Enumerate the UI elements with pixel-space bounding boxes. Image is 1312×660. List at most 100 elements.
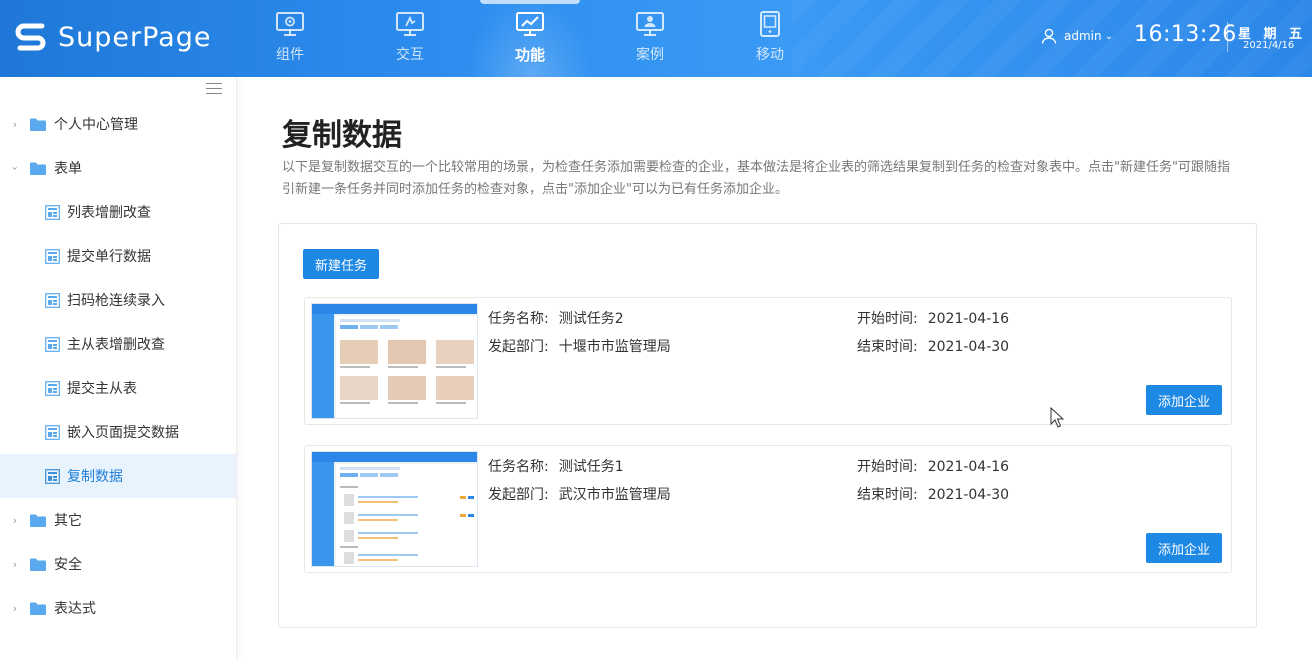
sidebar-group-security[interactable]: › 安全 bbox=[0, 542, 236, 586]
form-icon bbox=[45, 248, 60, 264]
sidebar-item-label: 扫码枪连续录入 bbox=[67, 293, 165, 309]
sidebar-item-submit-single-row[interactable]: 提交单行数据 bbox=[0, 234, 236, 278]
interaction-monitor-icon bbox=[394, 10, 426, 38]
chevron-down-icon: › bbox=[8, 165, 22, 171]
task-panel: 新建任务 任务名称: 测试任务2 发起部门: 十堰市市监管理局 开始时间: 20… bbox=[278, 223, 1257, 628]
header-divider bbox=[1227, 22, 1228, 52]
form-icon bbox=[45, 424, 60, 440]
task-card: 任务名称: 测试任务2 发起部门: 十堰市市监管理局 开始时间: 2021-04-16… bbox=[304, 297, 1232, 425]
sidebar-group-other[interactable]: › 其它 bbox=[0, 498, 236, 542]
task-name-value: 测试任务1 bbox=[558, 459, 624, 475]
settings-monitor-icon bbox=[274, 10, 306, 38]
main-content: 复制数据 以下是复制数据交互的一个比较常用的场景，为检查任务添加需要检查的企业，… bbox=[237, 77, 1312, 660]
folder-icon bbox=[30, 514, 46, 527]
username: admin bbox=[1064, 29, 1102, 43]
superpage-logo-icon bbox=[14, 20, 48, 54]
chart-monitor-icon bbox=[514, 10, 546, 38]
form-icon bbox=[45, 204, 60, 220]
start-time-value: 2021-04-16 bbox=[927, 311, 1010, 327]
nav-item-features[interactable]: 功能 bbox=[470, 0, 590, 77]
sidebar-item-label: 主从表增删改查 bbox=[67, 337, 165, 353]
sidebar-item-label: 嵌入页面提交数据 bbox=[67, 425, 179, 441]
sidebar-item-embedded-submit[interactable]: 嵌入页面提交数据 bbox=[0, 410, 236, 454]
nav-item-interaction[interactable]: 交互 bbox=[350, 0, 470, 77]
nav-item-cases[interactable]: 案例 bbox=[590, 0, 710, 77]
nav-label: 功能 bbox=[514, 46, 545, 64]
sidebar-item-copy-data[interactable]: 复制数据 bbox=[0, 454, 236, 498]
menu-collapse-icon[interactable] bbox=[206, 83, 222, 97]
end-time-value: 2021-04-30 bbox=[927, 487, 1010, 503]
nav-label: 移动 bbox=[756, 47, 784, 63]
nav-label: 交互 bbox=[396, 47, 424, 63]
start-time-label: 开始时间: bbox=[857, 459, 918, 475]
department-value: 武汉市市监管理局 bbox=[558, 487, 671, 503]
sidebar-group-expression[interactable]: › 表达式 bbox=[0, 586, 236, 630]
department-label: 发起部门: bbox=[488, 339, 549, 355]
logo-text: SuperPage bbox=[58, 21, 212, 53]
department-value: 十堰市市监管理局 bbox=[558, 339, 671, 355]
sidebar-item-scanner-entry[interactable]: 扫码枪连续录入 bbox=[0, 278, 236, 322]
sidebar-group-label: 个人中心管理 bbox=[54, 117, 138, 133]
task-thumbnail bbox=[311, 303, 478, 419]
folder-icon bbox=[30, 162, 46, 175]
current-date: 2021/4/16 bbox=[1243, 40, 1295, 51]
folder-icon bbox=[30, 602, 46, 615]
task-name-label: 任务名称: bbox=[488, 459, 549, 475]
add-company-button[interactable]: 添加企业 bbox=[1146, 533, 1222, 563]
sidebar-group-label: 表单 bbox=[54, 161, 82, 177]
sidebar-item-label: 提交单行数据 bbox=[67, 249, 151, 265]
task-name-label: 任务名称: bbox=[488, 311, 549, 327]
chevron-down-icon: ⌄ bbox=[1104, 30, 1113, 42]
start-time-value: 2021-04-16 bbox=[927, 459, 1010, 475]
chevron-right-icon: › bbox=[12, 557, 18, 571]
end-time-field: 结束时间: 2021-04-30 bbox=[857, 484, 1009, 504]
folder-icon bbox=[30, 558, 46, 571]
sidebar-item-master-detail-crud[interactable]: 主从表增删改查 bbox=[0, 322, 236, 366]
sidebar-item-submit-master-detail[interactable]: 提交主从表 bbox=[0, 366, 236, 410]
mouse-cursor-icon bbox=[1050, 406, 1065, 429]
nav-label: 组件 bbox=[276, 47, 304, 63]
task-thumbnail bbox=[311, 451, 478, 567]
nav-item-mobile[interactable]: 移动 bbox=[710, 0, 830, 77]
department-field: 发起部门: 武汉市市监管理局 bbox=[488, 484, 671, 504]
end-time-label: 结束时间: bbox=[857, 339, 918, 355]
sidebar-group-label: 表达式 bbox=[54, 601, 96, 617]
department-label: 发起部门: bbox=[488, 487, 549, 503]
sidebar-group-personal-center[interactable]: › 个人中心管理 bbox=[0, 102, 236, 146]
form-icon bbox=[45, 292, 60, 308]
chevron-right-icon: › bbox=[12, 601, 18, 615]
task-card: 任务名称: 测试任务1 发起部门: 武汉市市监管理局 开始时间: 2021-04-16… bbox=[304, 445, 1232, 573]
top-header: SuperPage 组件 交互 功能 案例 移动 admin ⌄ 16:13:2… bbox=[0, 0, 1312, 77]
sidebar-item-list-crud[interactable]: 列表增删改查 bbox=[0, 190, 236, 234]
chevron-right-icon: › bbox=[12, 117, 18, 131]
nav-label: 案例 bbox=[636, 47, 664, 63]
new-task-button[interactable]: 新建任务 bbox=[303, 249, 379, 279]
page-description: 以下是复制数据交互的一个比较常用的场景，为检查任务添加需要检查的企业，基本做法是… bbox=[282, 160, 1230, 197]
end-time-field: 结束时间: 2021-04-30 bbox=[857, 336, 1009, 356]
task-name-field: 任务名称: 测试任务2 bbox=[488, 308, 624, 328]
logo[interactable]: SuperPage bbox=[14, 20, 211, 54]
start-time-field: 开始时间: 2021-04-16 bbox=[857, 456, 1009, 476]
page-title: 复制数据 bbox=[282, 118, 402, 153]
tablet-icon bbox=[754, 10, 786, 38]
start-time-label: 开始时间: bbox=[857, 311, 918, 327]
sidebar-group-forms[interactable]: › 表单 bbox=[0, 146, 236, 190]
end-time-label: 结束时间: bbox=[857, 487, 918, 503]
form-icon bbox=[45, 336, 60, 352]
chevron-right-icon: › bbox=[12, 513, 18, 527]
form-icon bbox=[45, 468, 60, 484]
user-menu[interactable]: admin ⌄ bbox=[1040, 27, 1113, 45]
sidebar-item-label: 列表增删改查 bbox=[67, 205, 151, 221]
sidebar-group-label: 其它 bbox=[54, 513, 82, 529]
nav-item-components[interactable]: 组件 bbox=[230, 0, 350, 77]
task-name-field: 任务名称: 测试任务1 bbox=[488, 456, 624, 476]
add-company-button[interactable]: 添加企业 bbox=[1146, 385, 1222, 415]
start-time-field: 开始时间: 2021-04-16 bbox=[857, 308, 1009, 328]
department-field: 发起部门: 十堰市市监管理局 bbox=[488, 336, 671, 356]
user-icon bbox=[1041, 28, 1057, 44]
top-nav: 组件 交互 功能 案例 移动 bbox=[230, 0, 830, 77]
folder-icon bbox=[30, 118, 46, 131]
sidebar-group-label: 安全 bbox=[54, 557, 82, 573]
end-time-value: 2021-04-30 bbox=[927, 339, 1010, 355]
sidebar: › 个人中心管理 › 表单 列表增删改查 提交单行数据 扫码枪连续录入 主从表增… bbox=[0, 77, 237, 660]
